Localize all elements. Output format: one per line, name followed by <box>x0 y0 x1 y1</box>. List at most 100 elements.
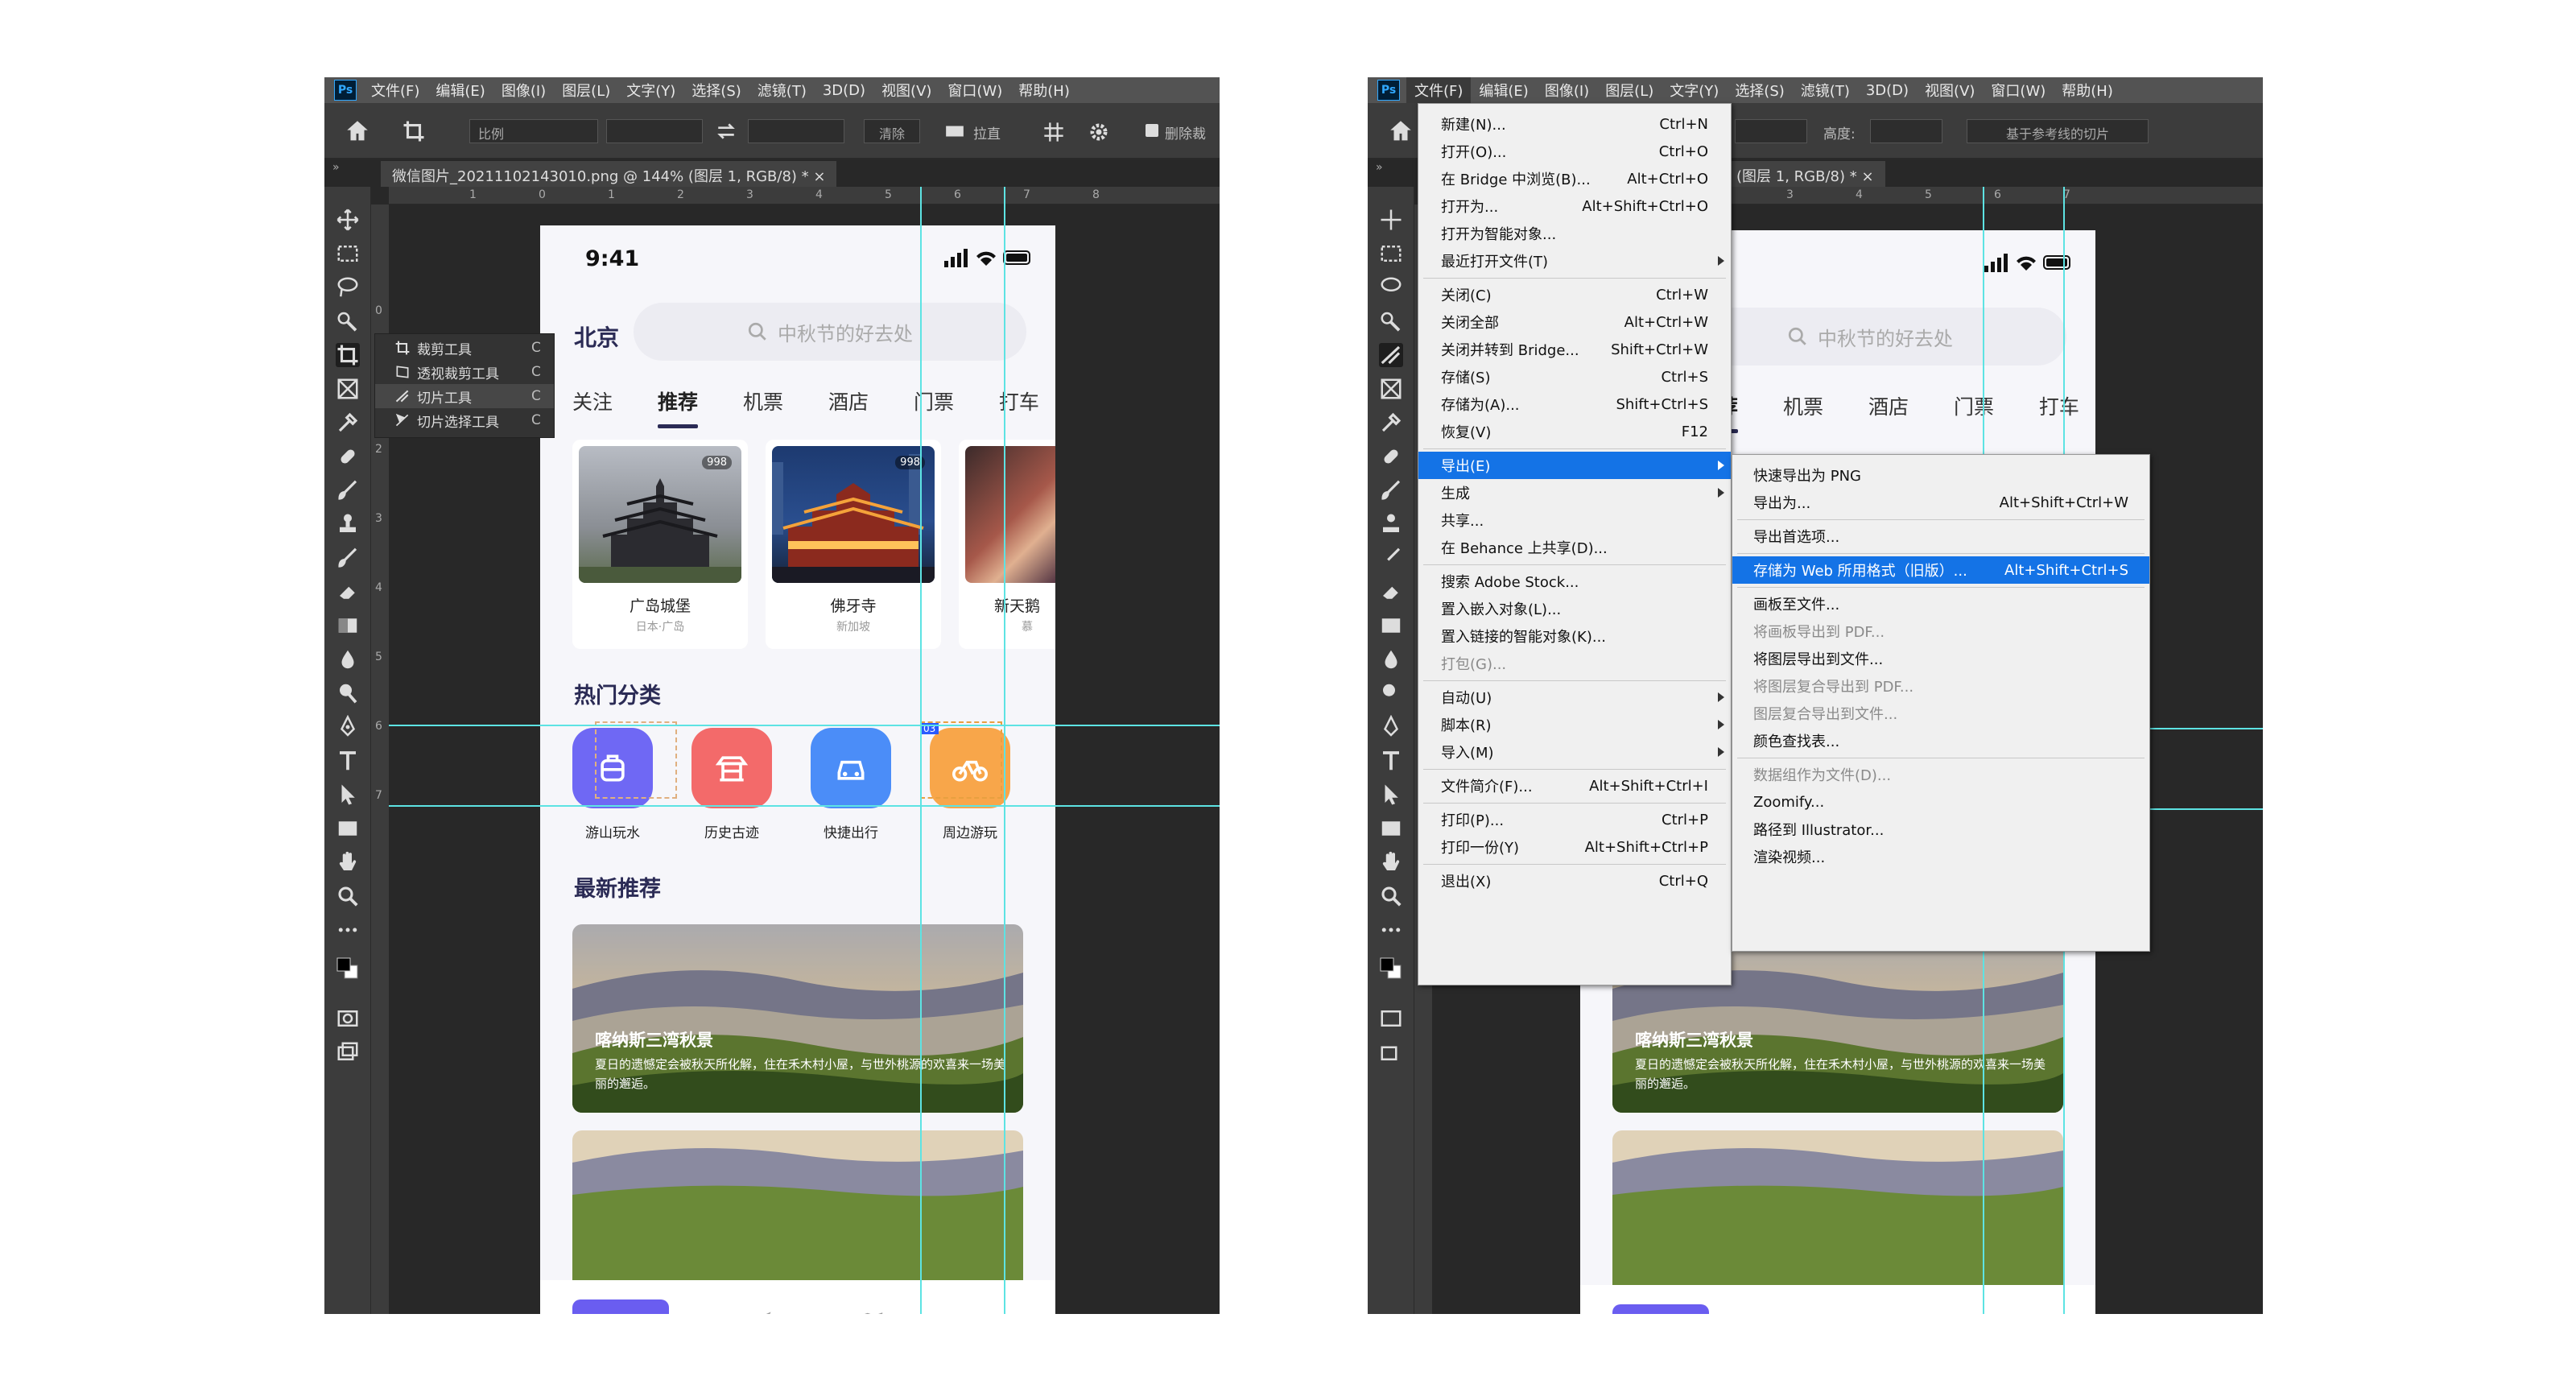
menu-item[interactable]: 打印一份(Y) Alt+Shift+Ctrl+P <box>1418 833 1731 861</box>
menu-item[interactable]: 打开(O)... Ctrl+O <box>1418 138 1731 165</box>
screen-mode-icon[interactable] <box>1379 1040 1403 1064</box>
crop-tool-icon[interactable] <box>336 343 360 367</box>
send-icon[interactable] <box>745 1311 772 1314</box>
nav-home-button[interactable]: 首页 <box>1612 1304 1709 1314</box>
ratio-select[interactable]: 比例 <box>469 119 598 143</box>
menu-item[interactable]: 打印(P)... Ctrl+P <box>1418 806 1731 833</box>
menu-edit[interactable]: 编辑(E) <box>427 77 493 103</box>
path-select-icon[interactable] <box>336 783 360 807</box>
hand-tool-icon[interactable] <box>336 850 360 874</box>
menu-item[interactable]: 生成 <box>1418 479 1731 506</box>
recommend-card[interactable]: 喀纳斯三湾秋景 夏日的遗憾定会被秋天所化解，住在禾木村小屋，与世外桃源的欢喜来一… <box>572 924 1023 1113</box>
close-icon[interactable]: × <box>1861 168 1873 185</box>
menu-view[interactable]: 视图(V) <box>1917 77 1983 103</box>
nav-home-button[interactable]: 首页 <box>572 1299 669 1314</box>
gear-icon[interactable] <box>1088 121 1110 143</box>
menu-item[interactable]: 存储(S) Ctrl+S <box>1418 363 1731 390</box>
menu-item[interactable]: 画板至文件... <box>1732 590 2149 618</box>
guide-line[interactable] <box>389 725 1220 726</box>
guide-line[interactable] <box>920 187 922 1314</box>
tab-flights[interactable]: 机票 <box>743 386 783 435</box>
menu-item[interactable]: 自动(U) <box>1418 684 1731 711</box>
menu-item[interactable]: 导出(E) <box>1418 452 1731 479</box>
ratio-height-input[interactable] <box>748 119 844 143</box>
menu-item[interactable]: 恢复(V) F12 <box>1418 418 1731 445</box>
eyedropper-tool-icon[interactable] <box>1379 411 1403 435</box>
brush-tool-icon[interactable] <box>1379 478 1403 502</box>
color-swatches-icon[interactable] <box>1379 956 1403 981</box>
eraser-tool-icon[interactable] <box>1379 580 1403 604</box>
menu-item[interactable]: 搜索 Adobe Stock... <box>1418 568 1731 595</box>
slices-from-guides-button[interactable]: 基于参考线的切片 <box>1967 119 2149 143</box>
menu-item[interactable]: 将图层导出到文件... <box>1732 645 2149 672</box>
move-tool-icon[interactable] <box>1379 208 1403 232</box>
lasso-tool-icon[interactable] <box>336 275 360 300</box>
menu-image[interactable]: 图像(I) <box>1537 77 1597 103</box>
menu-edit[interactable]: 编辑(E) <box>1471 77 1536 103</box>
menu-item[interactable]: 退出(X) Ctrl+Q <box>1418 867 1731 895</box>
tab-recommend[interactable]: 推荐 <box>657 386 699 435</box>
grid-overlay-icon[interactable] <box>1042 121 1065 143</box>
flyout-slice-select-tool[interactable]: 切片选择工具 C <box>375 408 554 432</box>
menu-item[interactable]: 置入嵌入对象(L)... <box>1418 595 1731 622</box>
menu-item[interactable]: Zoomify... <box>1732 788 2149 816</box>
category-transport[interactable]: 快捷出行 <box>803 728 899 841</box>
search-input[interactable]: 中秋节的好去处 <box>634 303 1026 361</box>
collapse-icon[interactable]: » <box>332 161 340 174</box>
menu-item[interactable]: 最近打开文件(T) <box>1418 247 1731 275</box>
menu-help[interactable]: 帮助(H) <box>1010 77 1078 103</box>
healing-brush-icon[interactable] <box>336 444 360 469</box>
frame-tool-icon[interactable] <box>336 377 360 401</box>
tab-hotels[interactable]: 酒店 <box>828 386 869 435</box>
close-icon[interactable]: × <box>813 168 825 185</box>
flyout-crop-tool[interactable]: 裁剪工具 C <box>375 336 554 360</box>
menu-item[interactable]: 路径到 Illustrator... <box>1732 816 2149 843</box>
brush-tool-icon[interactable] <box>336 478 360 502</box>
stamp-tool-icon[interactable] <box>1379 512 1403 536</box>
dodge-tool-icon[interactable] <box>336 681 360 705</box>
category-history[interactable]: 历史古迹 <box>683 728 780 841</box>
quick-select-tool-icon[interactable] <box>1379 309 1403 333</box>
type-tool-icon[interactable] <box>336 749 360 773</box>
menu-item[interactable]: 颜色查找表... <box>1732 727 2149 754</box>
quick-mask-icon[interactable] <box>336 1006 360 1031</box>
flyout-perspective-crop-tool[interactable]: 透视裁剪工具 C <box>375 360 554 384</box>
menu-3d[interactable]: 3D(D) <box>1858 77 1917 103</box>
tab-hotels[interactable]: 酒店 <box>1868 391 1909 440</box>
menu-help[interactable]: 帮助(H) <box>2054 77 2121 103</box>
pen-tool-icon[interactable] <box>336 714 360 739</box>
delete-cropped-checkbox[interactable] <box>1146 124 1158 137</box>
eyedropper-tool-icon[interactable] <box>336 411 360 435</box>
menu-window[interactable]: 窗口(W) <box>1983 77 2054 103</box>
swap-icon[interactable] <box>716 122 737 140</box>
tab-tickets[interactable]: 门票 <box>1954 391 1994 440</box>
marquee-tool-icon[interactable] <box>336 242 360 266</box>
search-input[interactable]: 中秋节的好去处 <box>1674 308 2066 366</box>
menu-file[interactable]: 文件(F) <box>363 77 427 103</box>
menu-item[interactable]: 存储为 Web 所用格式（旧版）... Alt+Shift+Ctrl+S <box>1732 556 2149 584</box>
map-icon[interactable] <box>857 1311 885 1314</box>
slice-box[interactable] <box>595 721 677 799</box>
menu-item[interactable]: 关闭并转到 Bridge... Shift+Ctrl+W <box>1418 336 1731 363</box>
move-tool-icon[interactable] <box>336 208 360 232</box>
menu-type[interactable]: 文字(Y) <box>1662 77 1727 103</box>
quick-select-tool-icon[interactable] <box>336 309 360 333</box>
menu-item[interactable]: 快速导出为 PNG <box>1732 461 2149 489</box>
menu-item[interactable]: 关闭(C) Ctrl+W <box>1418 281 1731 308</box>
history-brush-icon[interactable] <box>336 546 360 570</box>
menu-item[interactable]: 存储为(A)... Shift+Ctrl+S <box>1418 390 1731 418</box>
blur-tool-icon[interactable] <box>336 647 360 671</box>
tab-taxi[interactable]: 打车 <box>2039 391 2079 440</box>
menu-item[interactable]: 置入链接的智能对象(K)... <box>1418 622 1731 650</box>
document-tab[interactable]: 微信图片_20211102143010.png @ 144% (图层 1, RG… <box>381 161 837 187</box>
ratio-width-input[interactable] <box>606 119 703 143</box>
menu-item[interactable]: 在 Bridge 中浏览(B)... Alt+Ctrl+O <box>1418 165 1731 192</box>
crop-tool-icon[interactable] <box>402 119 426 143</box>
zoom-tool-icon[interactable] <box>336 884 360 908</box>
guide-line[interactable] <box>1004 187 1005 1314</box>
more-tools-icon[interactable] <box>336 918 360 942</box>
menu-file[interactable]: 文件(F) <box>1406 77 1472 103</box>
menu-item[interactable]: 文件简介(F)... Alt+Shift+Ctrl+I <box>1418 772 1731 799</box>
menu-item[interactable]: 在 Behance 上共享(D)... <box>1418 534 1731 561</box>
menu-image[interactable]: 图像(I) <box>493 77 554 103</box>
